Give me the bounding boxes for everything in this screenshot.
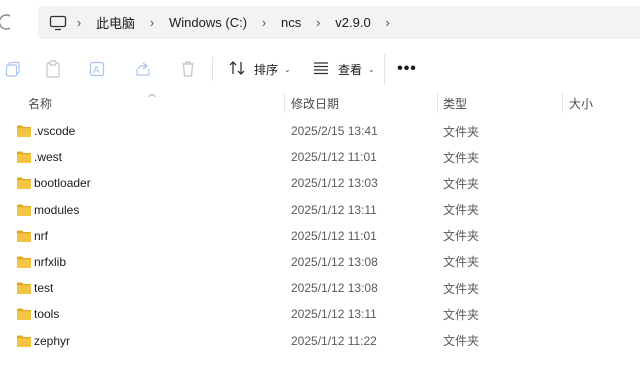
file-name: .vscode bbox=[34, 124, 76, 138]
file-date: 2025/2/15 13:41 bbox=[291, 124, 378, 138]
column-separator[interactable] bbox=[437, 93, 438, 113]
file-row-zephyr[interactable]: zephyr 2025/1/12 11:22 文件夹 bbox=[0, 328, 640, 354]
folder-icon bbox=[16, 176, 32, 190]
folder-icon bbox=[16, 307, 32, 321]
file-date: 2025/1/12 13:11 bbox=[291, 307, 377, 322]
column-separator[interactable] bbox=[562, 93, 563, 113]
chevron-down-icon: ⌄ bbox=[284, 64, 291, 74]
file-row-test[interactable]: test 2025/1/12 13:08 文件夹 bbox=[0, 275, 640, 301]
file-list: .vscode 2025/2/15 13:41 文件夹 .west 2025/1… bbox=[0, 118, 640, 354]
column-header-type[interactable]: 类型 bbox=[443, 90, 467, 116]
file-date: 2025/1/12 13:11 bbox=[291, 202, 377, 217]
file-date: 2025/1/12 13:08 bbox=[291, 281, 378, 296]
breadcrumb-drive-c[interactable]: Windows (C:) bbox=[163, 15, 253, 30]
sort-button[interactable]: 排序 ⌄ bbox=[224, 54, 295, 84]
file-row-vscode[interactable]: .vscode 2025/2/15 13:41 文件夹 bbox=[0, 118, 640, 144]
sort-label: 排序 bbox=[254, 62, 279, 77]
folder-icon bbox=[16, 334, 32, 348]
back-edge-icon[interactable] bbox=[0, 14, 12, 30]
this-pc-icon[interactable] bbox=[48, 14, 68, 32]
chevron-right-icon[interactable]: › bbox=[377, 15, 399, 30]
chevron-right-icon[interactable]: › bbox=[307, 15, 329, 30]
chevron-down-icon: ⌄ bbox=[368, 64, 375, 74]
file-name: bootloader bbox=[34, 176, 91, 191]
file-name: nrfxlib bbox=[34, 254, 67, 269]
file-date: 2025/1/12 11:22 bbox=[291, 333, 377, 348]
folder-icon bbox=[16, 203, 32, 217]
file-name: .west bbox=[34, 150, 63, 165]
column-header-date[interactable]: 修改日期 bbox=[291, 90, 339, 116]
chevron-right-icon[interactable]: › bbox=[141, 15, 163, 30]
breadcrumb-ncs[interactable]: ncs bbox=[275, 15, 307, 30]
column-header-name[interactable]: 名称 bbox=[28, 90, 52, 116]
toolbar-divider bbox=[384, 54, 385, 84]
folder-icon bbox=[16, 124, 32, 138]
delete-icon[interactable] bbox=[175, 56, 201, 82]
file-name: zephyr bbox=[34, 333, 71, 348]
file-name: test bbox=[34, 281, 54, 296]
more-options-button[interactable]: ••• bbox=[392, 54, 422, 84]
folder-icon bbox=[16, 255, 32, 269]
address-bar[interactable]: › 此电脑 › Windows (C:) › ncs › v2.9.0 › bbox=[38, 6, 640, 39]
chevron-right-icon[interactable]: › bbox=[253, 15, 275, 30]
file-date: 2025/1/12 11:01 bbox=[291, 228, 377, 243]
column-separator[interactable] bbox=[284, 93, 285, 113]
sort-icon bbox=[228, 60, 246, 79]
file-type: 文件夹 bbox=[443, 229, 480, 244]
paste-icon[interactable] bbox=[40, 56, 66, 82]
file-name: modules bbox=[34, 202, 80, 217]
file-type: 文件夹 bbox=[443, 255, 480, 270]
breadcrumb-version[interactable]: v2.9.0 bbox=[329, 15, 376, 30]
file-row-modules[interactable]: modules 2025/1/12 13:11 文件夹 bbox=[0, 197, 640, 223]
folder-icon bbox=[16, 229, 32, 243]
file-date: 2025/1/12 13:08 bbox=[291, 254, 378, 269]
file-row-nrfxlib[interactable]: nrfxlib 2025/1/12 13:08 文件夹 bbox=[0, 249, 640, 275]
column-header-size[interactable]: 大小 bbox=[569, 90, 593, 116]
copy-icon[interactable] bbox=[0, 56, 26, 82]
file-type: 文件夹 bbox=[443, 124, 480, 139]
column-header: 名称 修改日期 类型 大小 bbox=[0, 90, 640, 116]
file-name: tools bbox=[34, 307, 60, 322]
file-date: 2025/1/12 11:01 bbox=[291, 150, 377, 165]
share-icon[interactable] bbox=[130, 56, 156, 82]
view-label: 查看 bbox=[338, 62, 363, 77]
file-name: nrf bbox=[34, 228, 49, 243]
folder-icon bbox=[16, 150, 32, 164]
address-area: › 此电脑 › Windows (C:) › ncs › v2.9.0 › bbox=[0, 0, 640, 44]
file-row-tools[interactable]: tools 2025/1/12 13:11 文件夹 bbox=[0, 301, 640, 327]
view-button[interactable]: 查看 ⌄ bbox=[308, 54, 379, 84]
command-bar: A 排序 ⌄ 查看 ⌄ ••• bbox=[0, 48, 640, 90]
file-type: 文件夹 bbox=[443, 176, 480, 191]
file-row-west[interactable]: .west 2025/1/12 11:01 文件夹 bbox=[0, 144, 640, 170]
breadcrumb-this-pc[interactable]: 此电脑 bbox=[90, 13, 141, 32]
file-date: 2025/1/12 13:03 bbox=[291, 176, 378, 191]
file-row-bootloader[interactable]: bootloader 2025/1/12 13:03 文件夹 bbox=[0, 170, 640, 196]
rename-icon[interactable]: A bbox=[85, 56, 111, 82]
folder-icon bbox=[16, 281, 32, 295]
svg-text:A: A bbox=[93, 65, 100, 76]
chevron-right-icon[interactable]: › bbox=[68, 15, 90, 30]
file-row-nrf[interactable]: nrf 2025/1/12 11:01 文件夹 bbox=[0, 223, 640, 249]
file-type: 文件夹 bbox=[443, 307, 480, 322]
file-type: 文件夹 bbox=[443, 281, 480, 296]
view-list-icon bbox=[312, 61, 330, 78]
file-type: 文件夹 bbox=[443, 150, 480, 165]
toolbar-divider bbox=[212, 57, 213, 81]
file-type: 文件夹 bbox=[443, 334, 480, 348]
file-type: 文件夹 bbox=[443, 203, 480, 218]
